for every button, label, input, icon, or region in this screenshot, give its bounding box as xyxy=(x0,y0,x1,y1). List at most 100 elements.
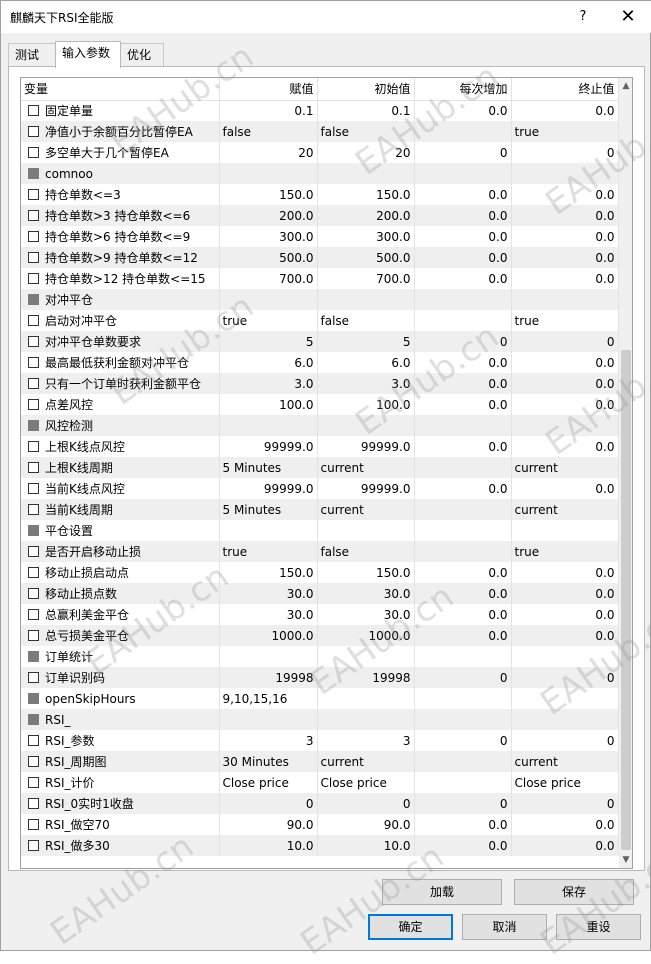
parameter-stop-cell[interactable]: 0.0 xyxy=(511,247,619,268)
parameter-name-cell[interactable]: RSI_周期图 xyxy=(21,751,220,772)
parameter-stop-cell[interactable]: 0.0 xyxy=(511,625,619,646)
parameter-stop-cell[interactable]: 0.0 xyxy=(511,478,619,499)
optimize-checkbox[interactable] xyxy=(28,609,39,620)
parameter-name-cell[interactable]: 对冲平仓单数要求 xyxy=(21,331,220,352)
parameter-name-cell[interactable]: 最高最低获利金额对冲平仓 xyxy=(21,352,220,373)
parameter-name-cell[interactable]: 点差风控 xyxy=(21,394,220,415)
parameter-row[interactable]: RSI_周期图 30 Minutes current current xyxy=(21,751,619,772)
parameter-value-cell[interactable]: true xyxy=(219,541,318,562)
parameter-step-cell[interactable]: 0.0 xyxy=(414,562,512,583)
parameter-step-cell[interactable] xyxy=(414,415,512,436)
parameter-start-cell[interactable]: 3 xyxy=(317,730,415,751)
group-row[interactable]: 平仓设置 xyxy=(21,520,619,541)
parameter-start-cell[interactable]: 150.0 xyxy=(317,562,415,583)
parameter-name-cell[interactable]: 固定单量 xyxy=(21,100,220,121)
parameter-value-cell[interactable]: 20 xyxy=(219,142,318,163)
parameter-start-cell[interactable]: 150.0 xyxy=(317,184,415,205)
parameter-row[interactable]: 点差风控 100.0 100.0 0.0 0.0 xyxy=(21,394,619,415)
parameter-row[interactable]: RSI_参数 3 3 0 0 xyxy=(21,730,619,751)
optimize-checkbox[interactable] xyxy=(28,231,39,242)
parameter-start-cell[interactable] xyxy=(317,163,415,184)
parameter-start-cell[interactable] xyxy=(317,520,415,541)
parameter-name-cell[interactable]: 净值小于余额百分比暂停EA xyxy=(21,121,220,142)
parameter-stop-cell[interactable] xyxy=(511,646,619,667)
parameter-row[interactable]: 最高最低获利金额对冲平仓 6.0 6.0 0.0 0.0 xyxy=(21,352,619,373)
parameter-step-cell[interactable]: 0 xyxy=(414,331,512,352)
parameter-stop-cell[interactable]: 0.0 xyxy=(511,562,619,583)
parameter-start-cell[interactable]: 30.0 xyxy=(317,583,415,604)
parameter-value-cell[interactable]: 10.0 xyxy=(219,835,318,856)
parameter-start-cell[interactable] xyxy=(317,688,415,709)
parameter-start-cell[interactable]: 0.1 xyxy=(317,100,415,121)
parameter-step-cell[interactable] xyxy=(414,751,512,772)
parameter-value-cell[interactable]: 5 Minutes xyxy=(219,499,318,520)
parameter-stop-cell[interactable]: 0 xyxy=(511,793,619,814)
optimize-checkbox[interactable] xyxy=(28,105,39,117)
cancel-button[interactable]: 取消 xyxy=(462,914,547,940)
parameter-value-cell[interactable]: 0.1 xyxy=(219,100,318,121)
optimize-checkbox[interactable] xyxy=(28,399,39,410)
ok-button[interactable]: 确定 xyxy=(368,914,453,940)
parameter-step-cell[interactable]: 0.0 xyxy=(414,205,512,226)
parameter-start-cell[interactable]: 99999.0 xyxy=(317,436,415,457)
parameter-name-cell[interactable]: 风控检测 xyxy=(21,415,220,436)
parameter-name-cell[interactable]: 订单识别码 xyxy=(21,667,220,688)
parameter-step-cell[interactable]: 0 xyxy=(414,142,512,163)
parameter-row[interactable]: 上根K线周期 5 Minutes current current xyxy=(21,457,619,478)
parameter-step-cell[interactable]: 0.0 xyxy=(414,268,512,289)
parameter-stop-cell[interactable]: Close price xyxy=(511,772,619,793)
column-header-variable[interactable]: 变量 xyxy=(21,78,220,101)
close-button[interactable]: ✕ xyxy=(610,3,646,31)
parameter-step-cell[interactable]: 0.0 xyxy=(414,478,512,499)
parameter-value-cell[interactable]: 19998 xyxy=(219,667,318,688)
parameter-name-cell[interactable]: comnoo xyxy=(21,163,220,184)
optimize-checkbox[interactable] xyxy=(28,210,39,221)
parameter-stop-cell[interactable]: 0 xyxy=(511,730,619,751)
parameter-start-cell[interactable]: 5 xyxy=(317,331,415,352)
parameter-value-cell[interactable]: 150.0 xyxy=(219,562,318,583)
parameter-step-cell[interactable] xyxy=(414,499,512,520)
parameter-start-cell[interactable] xyxy=(317,646,415,667)
parameter-stop-cell[interactable]: 0.0 xyxy=(511,268,619,289)
parameter-row[interactable]: RSI_0实时1收盘 0 0 0 0 xyxy=(21,793,619,814)
parameter-step-cell[interactable]: 0.0 xyxy=(414,625,512,646)
parameter-value-cell[interactable]: 700.0 xyxy=(219,268,318,289)
parameter-start-cell[interactable]: false xyxy=(317,121,415,142)
scrollbar-thumb[interactable] xyxy=(621,350,631,850)
parameter-stop-cell[interactable]: 0.0 xyxy=(511,373,619,394)
parameter-start-cell[interactable] xyxy=(317,709,415,730)
optimize-checkbox[interactable] xyxy=(28,630,39,641)
parameter-name-cell[interactable]: 移动止损点数 xyxy=(21,583,220,604)
parameter-step-cell[interactable] xyxy=(414,520,512,541)
parameter-step-cell[interactable]: 0.0 xyxy=(414,604,512,625)
parameter-value-cell[interactable]: Close price xyxy=(219,772,318,793)
parameter-stop-cell[interactable] xyxy=(511,163,619,184)
parameter-stop-cell[interactable]: 0 xyxy=(511,331,619,352)
parameter-value-cell[interactable]: 5 Minutes xyxy=(219,457,318,478)
parameter-step-cell[interactable] xyxy=(414,163,512,184)
parameter-row[interactable]: RSI_做多30 10.0 10.0 0.0 0.0 xyxy=(21,835,619,856)
parameter-name-cell[interactable]: RSI_做空70 xyxy=(21,814,220,835)
parameter-stop-cell[interactable]: current xyxy=(511,499,619,520)
parameter-start-cell[interactable]: current xyxy=(317,457,415,478)
parameter-row[interactable]: 总亏损美金平仓 1000.0 1000.0 0.0 0.0 xyxy=(21,625,619,646)
parameter-value-cell[interactable]: 90.0 xyxy=(219,814,318,835)
parameter-start-cell[interactable]: 99999.0 xyxy=(317,478,415,499)
parameter-step-cell[interactable]: 0.0 xyxy=(414,394,512,415)
parameter-name-cell[interactable]: 持仓单数<=3 xyxy=(21,184,220,205)
parameter-stop-cell[interactable]: 0.0 xyxy=(511,184,619,205)
parameter-name-cell[interactable]: 持仓单数>6 持仓单数<=9 xyxy=(21,226,220,247)
parameter-row[interactable]: 只有一个订单时获利金额平仓 3.0 3.0 0.0 0.0 xyxy=(21,373,619,394)
parameter-row[interactable]: RSI_做空70 90.0 90.0 0.0 0.0 xyxy=(21,814,619,835)
parameter-step-cell[interactable]: 0.0 xyxy=(414,436,512,457)
optimize-checkbox[interactable] xyxy=(28,336,39,347)
group-row[interactable]: openSkipHours 9,10,15,16 xyxy=(21,688,619,709)
parameter-step-cell[interactable]: 0.0 xyxy=(414,226,512,247)
parameter-value-cell[interactable]: true xyxy=(219,310,318,331)
parameter-value-cell[interactable]: 500.0 xyxy=(219,247,318,268)
parameter-value-cell[interactable] xyxy=(219,415,318,436)
optimize-checkbox[interactable] xyxy=(28,798,39,809)
parameter-row[interactable]: 移动止损启动点 150.0 150.0 0.0 0.0 xyxy=(21,562,619,583)
parameter-stop-cell[interactable]: 0.0 xyxy=(511,100,619,121)
parameter-row[interactable]: 净值小于余额百分比暂停EA false false true xyxy=(21,121,619,142)
